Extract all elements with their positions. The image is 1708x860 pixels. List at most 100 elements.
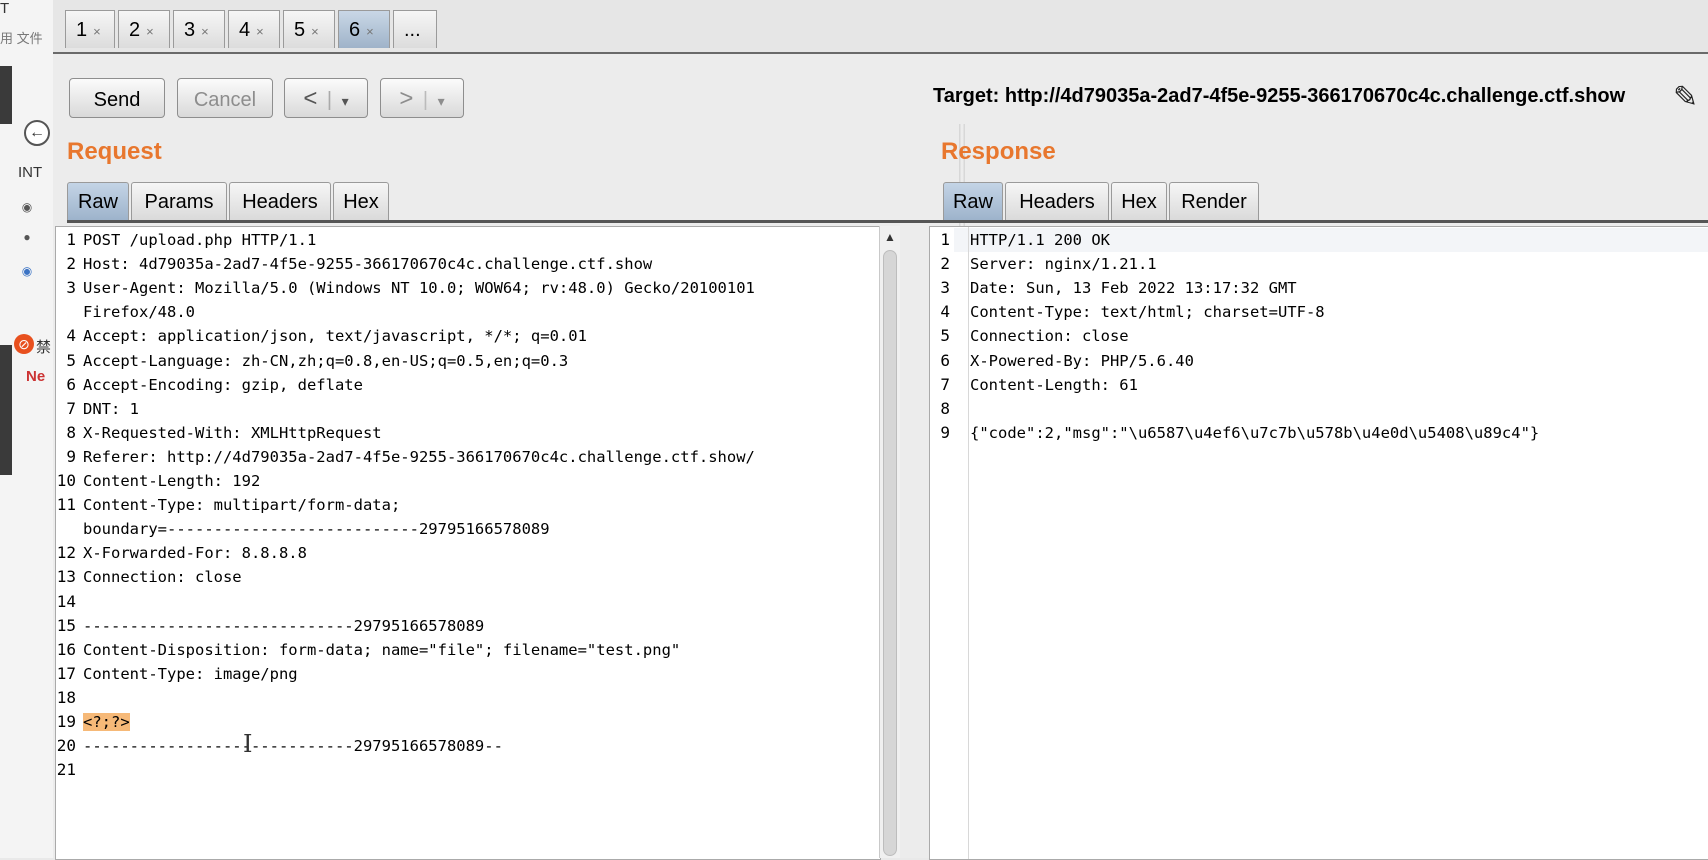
editor-line[interactable]: Referer: http://4d79035a-2ad7-4f5e-9255-… [83, 445, 755, 469]
editor-line[interactable]: Content-Length: 61 [970, 373, 1138, 397]
cancel-button[interactable]: Cancel [177, 78, 273, 118]
editor-line[interactable]: User-Agent: Mozilla/5.0 (Windows NT 10.0… [83, 276, 755, 300]
line-number: 15 [56, 615, 76, 635]
response-editor[interactable]: 1 HTTP/1.1 200 OK 2 Server: nginx/1.21.1 3 Da… [929, 226, 1708, 860]
editor-line[interactable]: X-Requested-With: XMLHttpRequest [83, 421, 382, 445]
tab-label: 3 [184, 19, 196, 41]
background-label: Ne [26, 368, 46, 385]
request-editor[interactable]: 1 POST /upload.php HTTP/1.1 2 Host: 4d79035… [55, 226, 881, 860]
response-tab-raw[interactable]: Raw [943, 182, 1003, 220]
tab-2[interactable]: 2 × [118, 10, 170, 48]
line-number: 11 [56, 495, 76, 515]
line-number: 1 [66, 230, 76, 249]
arrow-left-icon[interactable]: ← [24, 120, 50, 146]
scrollbar-thumb[interactable] [883, 250, 897, 856]
editor-line[interactable]: -----------------------------29795166578… [83, 734, 503, 758]
line-number: 4 [940, 302, 950, 322]
close-icon[interactable]: × [146, 24, 154, 39]
request-tab-params[interactable]: Params [131, 182, 227, 220]
response-tab-underline [929, 220, 1708, 223]
response-tab-hex[interactable]: Hex [1111, 182, 1167, 220]
line-number: 19 [56, 712, 76, 731]
background-app-strip: T 用 文件 ← INT ◉ ● ◉ ⊘ 禁 Ne [0, 0, 54, 858]
request-tab-headers[interactable]: Headers [229, 182, 331, 220]
line-number: 14 [56, 591, 76, 611]
editor-line[interactable]: Connection: close [83, 565, 242, 589]
editor-line[interactable]: <?;?> [83, 710, 130, 734]
tab-5[interactable]: 5 × [283, 10, 335, 48]
send-button[interactable]: Send [69, 78, 165, 118]
background-label: 用 文件 [0, 31, 43, 46]
close-icon[interactable]: × [201, 24, 209, 39]
editor-line[interactable]: boundary=---------------------------2979… [83, 517, 550, 541]
dropdown-arrow-icon[interactable]: ▾ [438, 93, 445, 109]
editor-line[interactable]: Host: 4d79035a-2ad7-4f5e-9255-366170670c… [83, 252, 652, 276]
line-number: 20 [56, 736, 76, 756]
highlighted-selection[interactable]: <?;?> [83, 713, 130, 731]
tab-3[interactable]: 3 × [173, 10, 225, 48]
close-icon[interactable]: × [311, 24, 319, 39]
editor-line[interactable]: Date: Sun, 13 Feb 2022 13:17:32 GMT [970, 276, 1297, 300]
editor-line[interactable]: Firefox/48.0 [83, 300, 195, 324]
response-tab-headers[interactable]: Headers [1005, 182, 1109, 220]
target-display[interactable]: Target: http://4d79035a-2ad7-4f5e-9255-3… [933, 85, 1625, 108]
line-number: 9 [66, 446, 76, 466]
background-dark-bar [0, 345, 12, 475]
tab-4[interactable]: 4 × [228, 10, 280, 48]
background-label: INT [18, 164, 43, 181]
request-scrollbar[interactable]: ▲ [879, 226, 900, 858]
close-icon[interactable]: × [366, 24, 374, 39]
line-number: 9 [940, 422, 950, 442]
editor-line[interactable]: POST /upload.php HTTP/1.1 [83, 228, 316, 252]
line-number: 3 [940, 278, 950, 298]
ibeam-cursor-icon: I [243, 730, 253, 758]
editor-line[interactable]: Server: nginx/1.21.1 [970, 252, 1157, 276]
editor-line[interactable]: Content-Type: image/png [83, 662, 298, 686]
target-label: Target: [933, 85, 1000, 107]
separator: | [326, 89, 333, 111]
editor-line[interactable]: Connection: close [970, 324, 1129, 348]
forward-button[interactable]: > | ▾ [380, 78, 464, 118]
chevron-left-icon: < [303, 85, 318, 112]
chevron-right-icon: > [399, 85, 414, 112]
line-number: 2 [66, 254, 76, 274]
person-icon: ● [23, 230, 31, 244]
tab-label: 6 [349, 19, 361, 41]
response-tab-render[interactable]: Render [1169, 182, 1259, 220]
background-label: T [0, 0, 10, 17]
pencil-icon[interactable]: ✎ [1673, 80, 1698, 115]
editor-line[interactable]: Accept-Encoding: gzip, deflate [83, 373, 363, 397]
line-number: 16 [56, 639, 76, 659]
editor-line[interactable]: Content-Disposition: form-data; name="fi… [83, 638, 680, 662]
repeater-window: 1 × 2 × 3 × 4 × 5 × 6 × ... Send Cancel < | ▾ … [53, 0, 1708, 860]
close-icon[interactable]: × [93, 24, 101, 39]
editor-line[interactable]: Content-Type: multipart/form-data; [83, 493, 400, 517]
background-label: 禁 [36, 339, 52, 356]
line-number: 21 [56, 760, 76, 780]
play-icon: ◉ [21, 264, 33, 278]
scroll-up-icon[interactable]: ▲ [884, 230, 896, 244]
request-tab-hex[interactable]: Hex [333, 182, 389, 220]
editor-line[interactable]: -----------------------------29795166578… [83, 614, 484, 638]
tab-label: ... [404, 19, 421, 41]
editor-line[interactable]: Accept: application/json, text/javascrip… [83, 324, 587, 348]
editor-line[interactable]: {"code":2,"msg":"\u6587\u4ef6\u7c7b\u578… [970, 421, 1539, 445]
editor-line[interactable]: Content-Type: text/html; charset=UTF-8 [970, 300, 1325, 324]
back-button[interactable]: < | ▾ [284, 78, 368, 118]
tab-more[interactable]: ... [393, 10, 437, 48]
tab-6[interactable]: 6 × [338, 10, 390, 48]
dropdown-arrow-icon[interactable]: ▾ [342, 93, 349, 109]
editor-line[interactable]: Content-Length: 192 [83, 469, 260, 493]
separator: | [422, 89, 429, 111]
editor-line[interactable]: DNT: 1 [83, 397, 139, 421]
editor-line[interactable]: HTTP/1.1 200 OK [970, 228, 1110, 252]
tab-1[interactable]: 1 × [65, 10, 115, 48]
background-dark-bar [0, 66, 12, 124]
request-tab-raw[interactable]: Raw [67, 182, 129, 220]
editor-line[interactable]: X-Forwarded-For: 8.8.8.8 [83, 541, 307, 565]
line-number: 7 [940, 374, 950, 394]
block-icon: ⊘ [14, 334, 34, 354]
close-icon[interactable]: × [256, 24, 264, 39]
editor-line[interactable]: X-Powered-By: PHP/5.6.40 [970, 349, 1194, 373]
editor-line[interactable]: Accept-Language: zh-CN,zh;q=0.8,en-US;q=… [83, 349, 568, 373]
